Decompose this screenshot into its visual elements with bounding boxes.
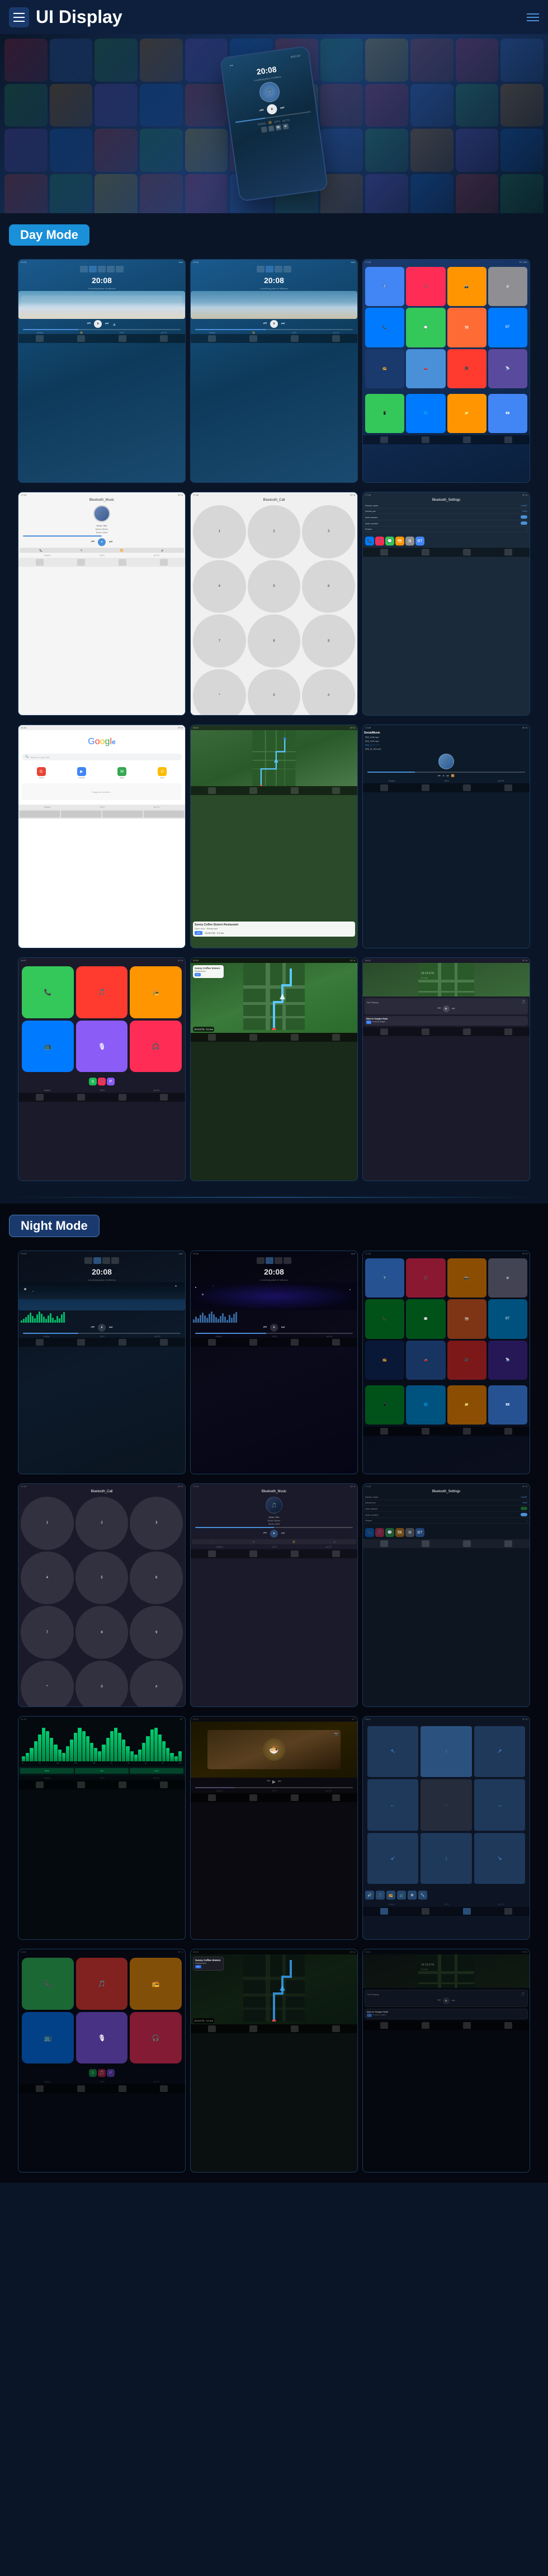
night-home-screen: 17:46BT ● 🔭 🎵 📷 ⚙ 📞 💬 🗺 BT 📻 🚗 🎥 📡 📱 🌐 📁	[362, 1251, 530, 1474]
day-music-screen-2: 20:08●●● 20:08 A soothing place of still…	[190, 259, 358, 483]
night-media-screen: 03:32BT 🍜 📷 ⏮ ▶ ⏭ EMAILGPSAUTS	[190, 1716, 358, 1940]
day-google-screen: 01:54BT ● Google 🔍 Search or type URL G …	[18, 725, 186, 948]
day-mode-section: Day Mode 20:08●●● 20:08 A soothing place…	[0, 213, 548, 1191]
night-row-1: 20:08●●● 20:08 A soothing place of still…	[9, 1246, 539, 1479]
day-home-screen: 17:46BT WiFi 🔭 🎵 📷 ⚙ 📞 💬 🗺 BT 📻 🚗 🎥 📡 📱 …	[362, 259, 530, 483]
night-waze-screen: 03:33BT ● Sunny Coffee Sistern Resta	[190, 1949, 358, 2173]
night-music-2: 20:08●●● 20:08 A soothing place of still…	[190, 1251, 358, 1474]
nav-lines-button[interactable]	[527, 13, 539, 21]
day-social-screen: 17:45BT ● SocialMusic 华乐_0198.mp4 华乐_019…	[362, 725, 530, 948]
svg-text:9.0 km: 9.0 km	[421, 1968, 428, 1971]
day-row-2: 17:43BT ● Bluetooth_Music 🎵 Music Title …	[9, 487, 539, 720]
day-nav-screen: 03:32BT ●	[190, 725, 358, 948]
day-row-4: 16:51BT ● 📞 🎵 📻 📺 🎙 🎧 S 🎵 P EMAILGPSAUTS	[9, 953, 539, 1186]
hero-controls: ⏮ ⏸ ⏭	[259, 102, 285, 116]
hero-device-time: 20:08	[256, 65, 277, 77]
day-bt-settings-screen: 17:45BT ● Bluetooth_Settings Device name…	[362, 492, 530, 716]
night-music-1: 20:08●●● 20:08 A soothing place of still…	[18, 1251, 186, 1474]
svg-text:9.0 km: 9.0 km	[421, 976, 428, 979]
day-row-3: 01:54BT ● Google 🔍 Search or type URL G …	[9, 720, 539, 953]
night-equalizer-screen: 01:54BT 31621252505001k2k4k8k16k BASS MI…	[18, 1716, 186, 1940]
day-mode-badge: Day Mode	[9, 224, 89, 246]
night-bt-settings-screen: 17:45BT ● Bluetooth_Settings Device name…	[362, 1483, 530, 1707]
night-bt-music-screen: 17:43BT ● Bluetooth_Music 🎵 Music Title …	[190, 1483, 358, 1707]
day-row-1: 20:08●●● 20:08 A soothing place of still…	[9, 255, 539, 487]
night-mode-badge: Night Mode	[9, 1215, 100, 1237]
bt-music-label: Bluetooth_Music	[18, 497, 185, 503]
night-nav-screen: 08:01BT ● ↖ ↑ ↗ ← · → ↙ ↓ ↘ 🔊 🎵 📻 📺 ⚙ 🔧	[362, 1716, 530, 1940]
day-bt-call-screen: 17:45BT ● Bluetooth_Call 1 2 3 4 5 6 7 8…	[190, 492, 358, 716]
night-row-2: 17:45BT ● Bluetooth_Call 1 2 3 4 5 6 7 8…	[9, 1479, 539, 1712]
night-mode-section: Night Mode 20:08●●● 20:08 A soothing pla…	[0, 1204, 548, 2183]
hero-section: ●●WiFi BT 20:08 A soothing place of stil…	[0, 34, 548, 213]
page-title: UI Display	[36, 7, 122, 27]
menu-button[interactable]	[9, 7, 29, 27]
day-not-playing-screen: 08:01BT ● 18:19 ETA 9.0 km Not Playing 🎵	[362, 957, 530, 1181]
svg-text:18:19 ETA: 18:19 ETA	[421, 972, 434, 975]
day-bt-music-screen: 17:43BT ● Bluetooth_Music 🎵 Music Title …	[18, 492, 186, 716]
mode-divider	[9, 1197, 539, 1198]
day-music-screen-1: 20:08●●● 20:08 A soothing place of still…	[18, 259, 186, 483]
night-carplay-screen: 16:51BT ● 📞 🎵 📻 📺 🎙 🎧 S 🎵 P EMAILGPSAUTS	[18, 1949, 186, 2173]
svg-text:18:19 ETA: 18:19 ETA	[421, 1963, 434, 1967]
header-left: UI Display	[9, 7, 122, 27]
day-carplay-screen: 16:51BT ● 📞 🎵 📻 📺 🎙 🎧 S 🎵 P EMAILGPSAUTS	[18, 957, 186, 1181]
app-header: UI Display	[0, 0, 548, 34]
hero-album-art: 🎵	[258, 81, 281, 104]
night-row-4: 16:51BT ● 📞 🎵 📻 📺 🎙 🎧 S 🎵 P EMAILGPSAUTS	[9, 1944, 539, 2177]
day-waze-screen: 03:33BT ● Sunny Coffee Sistern	[190, 957, 358, 1181]
night-bt-call-screen: 17:45BT ● Bluetooth_Call 1 2 3 4 5 6 7 8…	[18, 1483, 186, 1707]
night-row-3: 01:54BT 31621252505001k2k4k8k16k BASS MI…	[9, 1712, 539, 1944]
night-not-playing-screen: 08:01BT ● 18:19 ETA 9.0 km Not Playing 🎵	[362, 1949, 530, 2173]
